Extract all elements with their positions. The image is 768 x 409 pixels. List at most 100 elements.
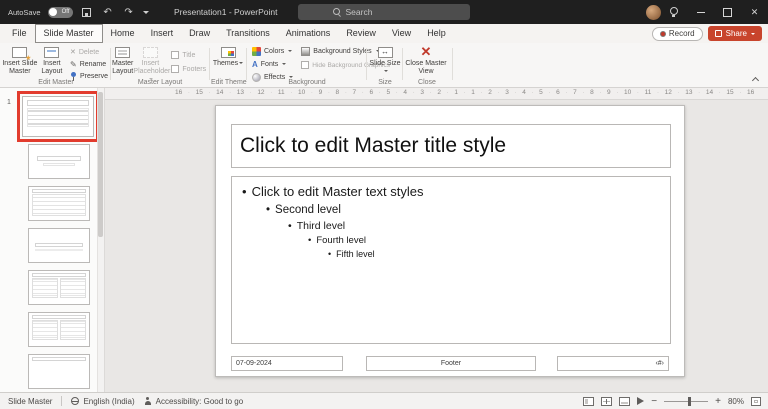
slide-sorter-view-button[interactable] xyxy=(601,396,613,406)
tab-view[interactable]: View xyxy=(384,25,419,42)
accessibility-status[interactable]: Accessibility: Good to go xyxy=(144,396,243,406)
sidebar-scrollbar[interactable] xyxy=(97,88,104,392)
tab-review[interactable]: Review xyxy=(338,25,384,42)
maximize-button[interactable] xyxy=(714,0,741,24)
customize-toolbar-chevron-icon[interactable] xyxy=(142,10,149,17)
autosave-toggle[interactable]: Off xyxy=(47,6,73,18)
record-button[interactable]: Record xyxy=(651,26,703,41)
body-level-2[interactable]: • Second level xyxy=(236,204,666,216)
minimize-button[interactable] xyxy=(687,0,714,24)
group-separator xyxy=(366,48,367,80)
zoom-level[interactable]: 80% xyxy=(728,397,744,406)
slide-thumbnail-section[interactable] xyxy=(28,228,90,263)
bullet-icon: • xyxy=(288,220,292,232)
quick-access-toolbar: AutoSave Off xyxy=(8,0,149,24)
tab-draw[interactable]: Draw xyxy=(181,25,218,42)
user-avatar[interactable] xyxy=(646,4,661,20)
tab-home[interactable]: Home xyxy=(103,25,143,42)
thumbnail-wrap xyxy=(28,312,90,347)
group-edit-master: Insert Slide Master Insert Layout Delete… xyxy=(2,43,110,87)
slide-thumbnail-two-content[interactable] xyxy=(28,270,90,305)
slide-number-placeholder[interactable]: ‹#› xyxy=(557,356,669,371)
insert-placeholder-button[interactable]: Insert Placeholder xyxy=(133,43,170,84)
slide-thumbnail-title-only[interactable] xyxy=(28,354,90,389)
titlebar: AutoSave Off Presentation1 - PowerPoint xyxy=(0,0,768,24)
language-status[interactable]: English (India) xyxy=(71,397,135,406)
slide-thumbnail-title[interactable] xyxy=(28,144,90,179)
themes-button[interactable]: Themes xyxy=(211,43,245,68)
ruler-tick: · xyxy=(270,89,273,96)
slide-thumbnail-master[interactable] xyxy=(22,96,94,137)
insert-slide-master-button[interactable]: Insert Slide Master xyxy=(2,43,38,76)
body-level-1[interactable]: • Click to edit Master text styles xyxy=(236,184,666,199)
slide-size-dropdown-icon xyxy=(383,70,388,74)
fonts-button[interactable]: Fonts xyxy=(250,59,295,69)
zoom-slider-thumb[interactable] xyxy=(688,396,692,406)
title-placeholder[interactable]: Click to edit Master title style xyxy=(231,124,671,168)
save-button[interactable] xyxy=(80,5,94,19)
close-button[interactable] xyxy=(741,0,768,24)
group-master-layout: Master Layout Insert Placeholder Title F… xyxy=(112,43,208,87)
tab-insert[interactable]: Insert xyxy=(143,25,182,42)
body-placeholder[interactable]: • Click to edit Master text styles • Second… xyxy=(231,176,671,344)
themes-icon xyxy=(220,46,236,58)
sidebar-scrollbar-thumb[interactable] xyxy=(98,92,103,237)
record-label: Record xyxy=(668,29,695,38)
slide[interactable]: Click to edit Master title style • Click … xyxy=(215,105,685,377)
share-icon xyxy=(714,30,722,37)
normal-view-button[interactable] xyxy=(583,396,595,406)
bullet-icon: • xyxy=(266,204,271,216)
ruler-tick: · xyxy=(344,89,347,96)
reading-view-button[interactable] xyxy=(619,396,631,406)
footers-checkbox[interactable]: Footers xyxy=(169,64,208,74)
master-layout-button[interactable]: Master Layout xyxy=(112,43,133,76)
ruler-number: 4 xyxy=(403,89,408,96)
horizontal-ruler[interactable]: 16 · 15 · 14 · 13 · 12 · 11 · 10 · 9 · 8 · 7 · 6 · 5 · 4 · 3 · 2 · 1 · 1… xyxy=(105,88,768,100)
slide-thumbnail-content[interactable] xyxy=(28,186,90,221)
rename-button[interactable]: Rename xyxy=(68,59,110,69)
colors-button[interactable]: Colors xyxy=(250,46,295,56)
insert-layout-button[interactable]: Insert Layout xyxy=(38,43,66,76)
delete-button[interactable]: Delete xyxy=(68,47,110,57)
group-separator xyxy=(110,48,111,80)
autosave-label: AutoSave xyxy=(8,7,41,17)
collapse-ribbon-button[interactable] xyxy=(753,76,759,82)
slide-size-button[interactable]: Slide Size xyxy=(368,43,402,76)
date-placeholder[interactable]: 07-09-2024 xyxy=(231,356,343,371)
undo-button[interactable] xyxy=(101,5,115,19)
date-text: 07-09-2024 xyxy=(236,360,272,367)
body-level-3[interactable]: • Third level xyxy=(236,220,666,232)
ruler-number: 4 xyxy=(522,89,526,96)
body-level-5[interactable]: • Fifth level xyxy=(236,249,666,259)
hide-background-graphics-box xyxy=(301,61,310,69)
zoom-slider[interactable] xyxy=(664,396,709,406)
share-button[interactable]: Share xyxy=(707,26,762,41)
search-input[interactable] xyxy=(345,7,436,17)
ruler-tick: · xyxy=(327,89,330,96)
close-master-view-button[interactable]: Close Master View xyxy=(404,43,448,76)
redo-button[interactable] xyxy=(122,5,136,19)
tab-transitions[interactable]: Transitions xyxy=(218,25,278,42)
lightbulb-icon[interactable] xyxy=(669,6,678,18)
ruler-number: 2 xyxy=(437,89,441,96)
slide-thumbnail-comparison[interactable] xyxy=(28,312,90,347)
ruler-number: 3 xyxy=(505,89,509,96)
ruler-number: 16 xyxy=(746,89,755,96)
tab-slide-master[interactable]: Slide Master xyxy=(34,24,103,43)
ruler-number: 8 xyxy=(335,89,340,96)
tab-animations[interactable]: Animations xyxy=(278,25,339,42)
footers-checkbox-box xyxy=(171,65,180,73)
search-icon xyxy=(332,8,341,16)
search-box[interactable] xyxy=(298,4,470,20)
zoom-out-button[interactable]: − xyxy=(651,396,657,407)
title-checkbox[interactable]: Title xyxy=(169,50,208,60)
body-level-4[interactable]: • Fourth level xyxy=(236,235,666,246)
zoom-in-button[interactable]: + xyxy=(715,396,721,407)
tab-file[interactable]: File xyxy=(4,25,35,42)
tab-help[interactable]: Help xyxy=(419,25,454,42)
slideshow-button[interactable] xyxy=(637,397,645,405)
fit-slide-to-window-button[interactable] xyxy=(751,396,761,406)
footer-placeholder[interactable]: Footer xyxy=(366,356,536,371)
title-placeholder-text: Click to edit Master title style xyxy=(240,134,507,157)
ruler-tick: · xyxy=(718,89,721,96)
